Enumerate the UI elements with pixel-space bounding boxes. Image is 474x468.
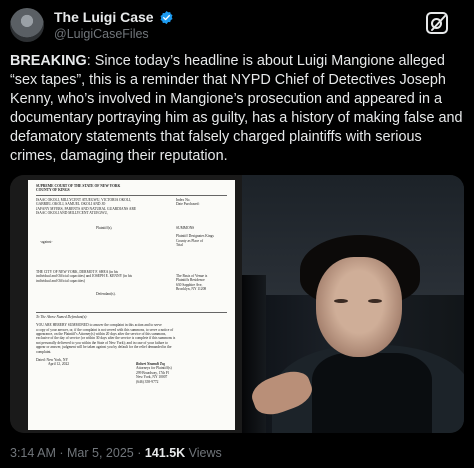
post-header: The Luigi Case @LuigiCaseFiles xyxy=(10,6,464,46)
post-date[interactable]: Mar 5, 2025 xyxy=(67,446,134,460)
views-label: Views xyxy=(188,446,222,460)
photo-person-face xyxy=(316,257,402,357)
doc-to-line: To The Above Named Defendant(s): xyxy=(36,314,88,319)
views-count: 141.5K xyxy=(144,446,186,460)
grok-icon[interactable] xyxy=(424,10,450,36)
post-meta: 3:14 AM · Mar 5, 2025 · 141.5K Views xyxy=(10,446,222,460)
doc-defendants: individual and Official capacities) xyxy=(36,278,85,283)
photo-person-eye xyxy=(368,299,382,303)
doc-date-purchased: Date Purchased: xyxy=(176,202,200,207)
avatar[interactable] xyxy=(10,8,44,42)
author-name-row: The Luigi Case xyxy=(54,9,174,25)
verified-badge-icon xyxy=(160,10,173,24)
post-text: BREAKING: Since today’s headline is abou… xyxy=(10,52,466,166)
post-lead: BREAKING xyxy=(10,53,87,69)
photo-person-vest xyxy=(312,353,432,433)
meta-separator: · xyxy=(137,446,142,460)
doc-plaintiffs-label: Plaintiff(s), xyxy=(96,225,113,230)
doc-county-line: COUNTY OF KINGS xyxy=(36,188,70,193)
post-media[interactable]: SUPREME COURT OF THE STATE OF NEW YORK C… xyxy=(10,175,464,433)
post-time[interactable]: 3:14 AM xyxy=(10,446,56,460)
meta-separator: · xyxy=(59,446,64,460)
doc-summons-title: SUMMONS xyxy=(176,225,195,230)
doc-attorney: (646) 358-9772 xyxy=(136,379,159,384)
doc-against: -against- xyxy=(40,239,53,244)
doc-summoned: complaint. xyxy=(36,349,52,354)
courtroom-photo[interactable] xyxy=(242,175,464,433)
doc-plaintiffs: ISAAC OKOLI AND MILLYCENT ATUEGWU, xyxy=(36,211,108,216)
photo-person-eye xyxy=(334,299,348,303)
post-body: : Since today’s headline is about Luigi … xyxy=(10,53,463,164)
doc-defendants-label: Defendant(s). xyxy=(96,292,116,297)
doc-dated: April 12, 2022 xyxy=(48,362,70,367)
doc-venue: Trial xyxy=(176,243,183,248)
display-name[interactable]: The Luigi Case xyxy=(54,9,154,25)
summons-page: SUPREME COURT OF THE STATE OF NEW YORK C… xyxy=(28,180,235,430)
handle[interactable]: @LuigiCaseFiles xyxy=(54,27,149,41)
summons-document-image[interactable]: SUPREME COURT OF THE STATE OF NEW YORK C… xyxy=(10,175,242,433)
doc-address: Brooklyn, NY 11208 xyxy=(176,287,207,292)
